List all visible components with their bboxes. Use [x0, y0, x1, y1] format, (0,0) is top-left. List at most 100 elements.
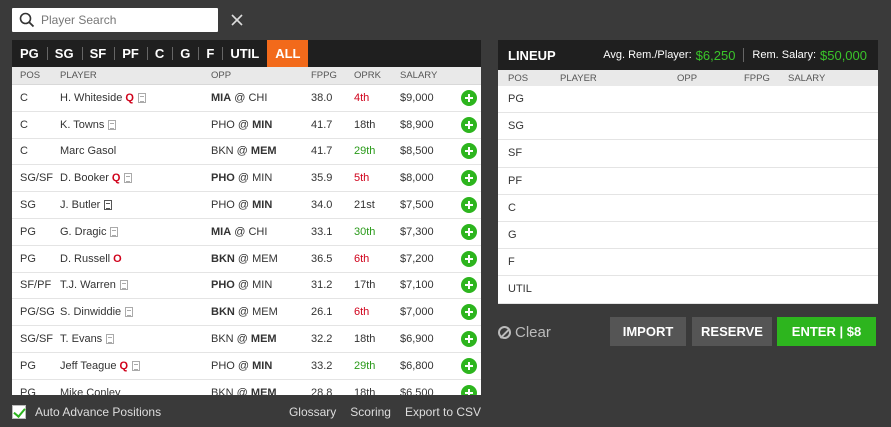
add-player-icon[interactable]: [460, 357, 477, 374]
lineup-col-player: PLAYER: [560, 72, 597, 84]
news-note-icon[interactable]: [124, 173, 133, 184]
table-row[interactable]: PG Jeff Teague Q PHO @ MIN 33.2 29th $6,800: [12, 353, 481, 380]
lineup-title: LINEUP: [508, 47, 556, 63]
add-player-icon[interactable]: [460, 197, 477, 214]
col-opp[interactable]: OPP: [211, 70, 311, 81]
injury-status: Q: [119, 359, 129, 372]
lineup-slot[interactable]: SF: [498, 140, 878, 168]
import-button[interactable]: IMPORT: [610, 317, 686, 346]
add-player-icon[interactable]: [460, 143, 477, 160]
player-salary: $7,100: [400, 279, 434, 292]
tab-util[interactable]: UTIL: [222, 40, 267, 67]
player-name[interactable]: D. Russell: [60, 253, 110, 265]
add-player-icon[interactable]: [460, 331, 477, 348]
news-note-icon[interactable]: [125, 307, 134, 318]
col-salary[interactable]: SALARY: [400, 70, 456, 81]
player-pos: PG: [20, 252, 36, 265]
player-search-input[interactable]: [41, 13, 201, 27]
add-player-icon[interactable]: [460, 89, 477, 106]
player-name[interactable]: S. Dinwiddie: [60, 306, 121, 318]
add-player-icon[interactable]: [460, 170, 477, 187]
tab-sg[interactable]: SG: [46, 40, 82, 67]
col-pos[interactable]: POS: [12, 70, 60, 81]
player-pos: SG/SF: [20, 333, 54, 346]
player-name[interactable]: Jeff Teague: [60, 360, 116, 372]
opp-at: @: [233, 333, 251, 346]
reserve-button[interactable]: RESERVE: [692, 317, 772, 346]
tab-pf[interactable]: PF: [114, 40, 147, 67]
tab-g[interactable]: G: [172, 40, 198, 67]
table-row[interactable]: C K. Towns PHO @ MIN 41.7 18th $8,900: [12, 112, 481, 139]
lineup-slot[interactable]: PF: [498, 168, 878, 195]
table-row[interactable]: PG G. Dragic MIA @ CHI 33.1 30th $7,300: [12, 219, 481, 246]
close-icon[interactable]: [230, 13, 244, 27]
table-row[interactable]: SG J. Butler PHO @ MIN 34.0 21st $7,500: [12, 192, 481, 219]
enter-button[interactable]: ENTER | $8: [777, 317, 876, 346]
table-row[interactable]: PG D. Russell O BKN @ MEM 36.5 6th $7,200: [12, 246, 481, 273]
avg-rem-value: $6,250: [695, 47, 736, 63]
tab-f[interactable]: F: [198, 40, 222, 67]
player-name[interactable]: H. Whiteside: [60, 92, 122, 104]
auto-advance-label[interactable]: Auto Advance Positions: [35, 405, 161, 419]
news-note-icon[interactable]: [132, 360, 141, 371]
add-player-icon[interactable]: [460, 223, 477, 240]
lineup-slot[interactable]: UTIL: [498, 276, 878, 304]
news-note-icon[interactable]: [137, 92, 146, 103]
lineup-slot[interactable]: PG: [498, 86, 878, 114]
lineup-slot[interactable]: C: [498, 195, 878, 222]
table-row[interactable]: PG Mike Conley BKN @ MEM 28.8 18th $6,500: [12, 380, 481, 395]
lineup-slot-pos: G: [508, 229, 517, 242]
news-note-icon[interactable]: [104, 200, 113, 211]
news-note-icon[interactable]: [106, 334, 115, 345]
add-player-icon[interactable]: [460, 384, 477, 395]
lineup-col-pos: POS: [508, 72, 529, 84]
player-name[interactable]: D. Booker: [60, 172, 109, 184]
add-player-icon[interactable]: [460, 304, 477, 321]
player-name[interactable]: Marc Gasol: [60, 145, 116, 157]
table-row[interactable]: C H. Whiteside Q MIA @ CHI 38.0 4th $9,000: [12, 85, 481, 112]
player-fppg: 36.5: [311, 252, 333, 265]
player-name[interactable]: T. Evans: [60, 333, 102, 345]
opp-away-team: MIN: [252, 172, 273, 185]
tab-all[interactable]: ALL: [267, 40, 309, 67]
table-row[interactable]: C Marc Gasol BKN @ MEM 41.7 29th $8,500: [12, 139, 481, 166]
lineup-slot[interactable]: SG: [498, 113, 878, 141]
add-player-icon[interactable]: [460, 277, 477, 294]
player-pos: C: [20, 118, 28, 131]
player-opp: BKN @ MEM: [211, 145, 311, 157]
export-csv-link[interactable]: Export to CSV: [405, 405, 481, 419]
col-oprk[interactable]: OPRK: [354, 70, 400, 81]
news-note-icon[interactable]: [108, 119, 117, 130]
table-row[interactable]: PG/SG S. Dinwiddie BKN @ MEM 26.1 6th $7,000: [12, 299, 481, 327]
player-table-body[interactable]: C H. Whiteside Q MIA @ CHI 38.0 4th $9,000 C K. …: [12, 85, 481, 395]
table-row[interactable]: SG/SF T. Evans BKN @ MEM 32.2 18th $6,900: [12, 326, 481, 353]
glossary-link[interactable]: Glossary: [289, 405, 336, 419]
col-fppg[interactable]: FPPG: [311, 70, 354, 81]
add-player-icon[interactable]: [460, 116, 477, 133]
news-note-icon[interactable]: [110, 226, 119, 237]
add-cell: [456, 304, 481, 321]
lineup-slot[interactable]: F: [498, 249, 878, 277]
lineup-slot[interactable]: G: [498, 222, 878, 250]
clear-button[interactable]: Clear: [498, 322, 551, 342]
player-name[interactable]: T.J. Warren: [60, 279, 116, 291]
player-name[interactable]: G. Dragic: [60, 226, 106, 238]
add-player-icon[interactable]: [460, 250, 477, 267]
player-pos: SG/SF: [20, 172, 54, 185]
tab-sf[interactable]: SF: [81, 40, 115, 67]
player-name[interactable]: K. Towns: [60, 119, 104, 131]
player-name[interactable]: Mike Conley: [60, 387, 121, 395]
auto-advance-checkbox[interactable]: [12, 405, 26, 419]
tab-pg[interactable]: PG: [12, 40, 47, 67]
table-row[interactable]: SG/SF D. Booker Q PHO @ MIN 35.9 5th $8,000: [12, 165, 481, 193]
player-search-box[interactable]: [12, 8, 218, 32]
add-cell: [456, 197, 481, 214]
news-note-icon[interactable]: [119, 280, 128, 291]
col-player[interactable]: PLAYER: [60, 70, 211, 81]
opp-home-team: BKN: [211, 386, 234, 395]
player-name[interactable]: J. Butler: [60, 199, 100, 211]
table-row[interactable]: SF/PF T.J. Warren PHO @ MIN 31.2 17th $7,100: [12, 273, 481, 300]
tab-c[interactable]: C: [146, 40, 172, 67]
player-pos: PG: [20, 225, 36, 238]
scoring-link[interactable]: Scoring: [350, 405, 391, 419]
